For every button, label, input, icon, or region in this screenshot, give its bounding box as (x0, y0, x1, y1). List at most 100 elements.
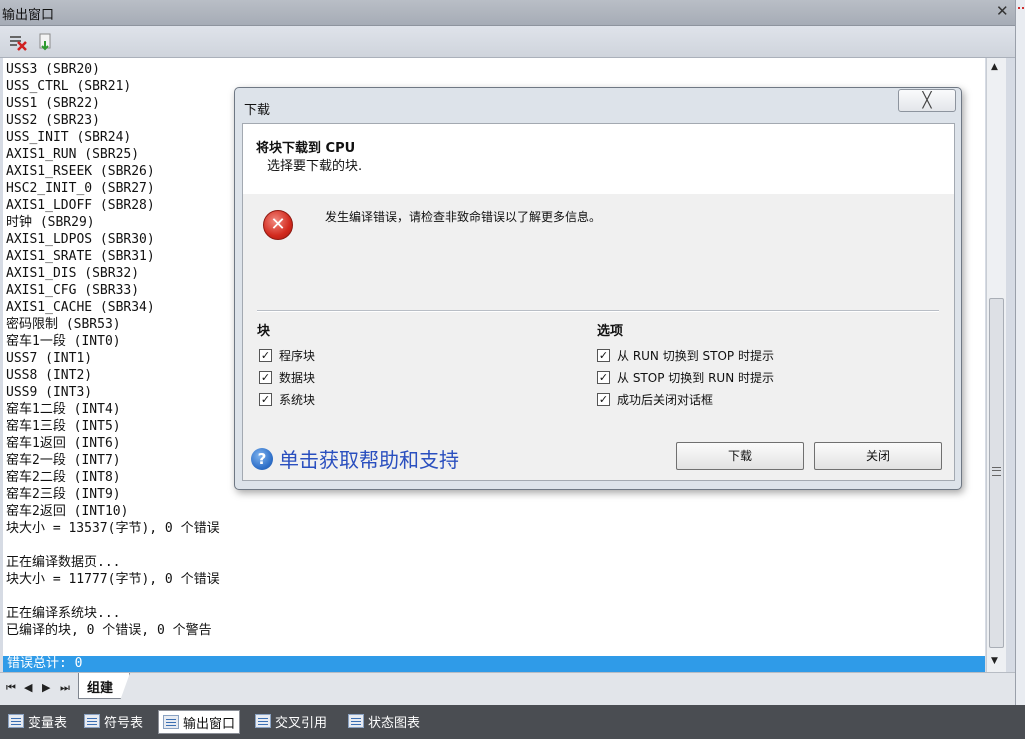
log-line: 时钟 (SBR29) (6, 215, 95, 230)
checkbox-label: 系统块 (279, 393, 316, 407)
log-line: USS_CTRL (SBR21) (6, 79, 132, 94)
error-total-line[interactable]: 错误总计: 0 (3, 656, 985, 672)
output-window-icon (163, 715, 179, 729)
checkbox-icon[interactable]: ✓ (597, 393, 610, 406)
table-icon (8, 714, 24, 728)
vertical-scrollbar[interactable]: ▲ ▼ (986, 58, 1006, 672)
bottom-tab-label: 状态图表 (368, 715, 421, 731)
log-text: USS3 (SBR20) USS_CTRL (SBR21) USS1 (SBR22)… (6, 61, 220, 639)
pin-icon[interactable] (1018, 7, 1024, 13)
log-line: USS9 (INT3) (6, 385, 93, 400)
log-line: 已编译的块, 0 个错误, 0 个警告 (6, 623, 212, 638)
dialog-close-icon[interactable]: ╳ (898, 89, 956, 112)
download-button[interactable]: 下载 (676, 442, 804, 470)
bottom-tab-symbol-table[interactable]: 符号表 (80, 710, 147, 732)
checkbox-icon[interactable]: ✓ (597, 371, 610, 384)
error-message: 发生编译错误，请检查非致命错误以了解更多信息。 (325, 210, 602, 224)
options-group-title: 选项 (597, 324, 624, 339)
log-line: 正在编译系统块... (6, 606, 121, 621)
error-icon: ✕ (263, 210, 293, 240)
output-window-title: 输出窗口 (2, 8, 55, 23)
dialog-subheading: 选择要下载的块. (267, 159, 363, 174)
log-line: 窑车1返回 (INT6) (6, 436, 121, 451)
bottom-tab-cross-reference[interactable]: 交叉引用 (251, 710, 331, 732)
checkbox-label: 从 STOP 切换到 RUN 时提示 (617, 371, 774, 385)
bottom-tab-output-window[interactable]: 输出窗口 (158, 710, 241, 734)
checkbox-stop-to-run-prompt[interactable]: ✓ 从 STOP 切换到 RUN 时提示 (597, 369, 774, 386)
status-chart-icon (348, 714, 364, 728)
first-tab-icon[interactable]: ⏮ (6, 681, 16, 695)
output-window-titlebar: 输出窗口 ✕ (0, 0, 1015, 26)
scroll-up-icon[interactable]: ▲ (991, 62, 998, 72)
log-line: USS7 (INT1) (6, 351, 93, 366)
bottom-tab-variable-table[interactable]: 变量表 (4, 710, 71, 732)
help-link[interactable]: ? 单击获取帮助和支持 (251, 444, 459, 473)
clear-icon[interactable] (8, 32, 28, 52)
bottom-tab-status-chart[interactable]: 状态图表 (344, 710, 424, 732)
checkbox-label: 成功后关闭对话框 (617, 393, 714, 407)
last-tab-icon[interactable]: ⏭ (60, 681, 70, 695)
blocks-group-title: 块 (257, 324, 271, 339)
symbol-table-icon (84, 714, 100, 728)
log-line: USS3 (SBR20) (6, 62, 100, 77)
bottom-tab-label: 符号表 (104, 715, 144, 731)
log-line: AXIS1_RSEEK (SBR26) (6, 164, 155, 179)
next-tab-icon[interactable]: ▶ (42, 681, 50, 694)
checkbox-label: 从 RUN 切换到 STOP 时提示 (617, 349, 774, 363)
log-line: 窑车2一段 (INT7) (6, 453, 121, 468)
checkbox-system-block[interactable]: ✓ 系统块 (259, 391, 315, 408)
bottom-tab-label: 交叉引用 (275, 715, 328, 731)
log-line: 窑车2三段 (INT9) (6, 487, 121, 502)
log-line: AXIS1_LDPOS (SBR30) (6, 232, 155, 247)
copy-icon[interactable] (36, 32, 56, 52)
log-line: AXIS1_CFG (SBR33) (6, 283, 140, 298)
log-line: 密码限制 (SBR53) (6, 317, 121, 332)
help-icon: ? (251, 447, 273, 470)
log-line: AXIS1_LDOFF (SBR28) (6, 198, 155, 213)
log-line: 块大小 = 11777(字节), 0 个错误 (6, 572, 220, 587)
log-line: 正在编译数据页... (6, 555, 121, 570)
close-button[interactable]: 关闭 (814, 442, 942, 470)
help-link-text: 单击获取帮助和支持 (279, 448, 459, 472)
log-line: USS2 (SBR23) (6, 113, 100, 128)
checkbox-program-block[interactable]: ✓ 程序块 (259, 347, 315, 364)
log-line: AXIS1_DIS (SBR32) (6, 266, 140, 281)
bottom-window-bar: 变量表 符号表 输出窗口 交叉引用 状态图表 (0, 705, 1025, 739)
checkbox-icon[interactable]: ✓ (597, 349, 610, 362)
checkbox-icon[interactable]: ✓ (259, 371, 272, 384)
window-edge (1015, 0, 1025, 705)
log-line: 窑车2二段 (INT8) (6, 470, 121, 485)
close-icon[interactable]: ✕ (996, 2, 1009, 20)
dialog-title: 下载 (244, 103, 271, 118)
bottom-tab-label: 变量表 (28, 715, 68, 731)
checkbox-icon[interactable]: ✓ (259, 393, 272, 406)
prev-tab-icon[interactable]: ◀ (24, 681, 32, 694)
log-line: 窑车1二段 (INT4) (6, 402, 121, 417)
download-dialog: 下载 ╳ 将块下载到 CPU 选择要下载的块. ✕ 发生编译错误，请检查非致命错… (234, 87, 962, 490)
log-line: 窑车1一段 (INT0) (6, 334, 121, 349)
log-line: USS8 (INT2) (6, 368, 93, 383)
scroll-down-icon[interactable]: ▼ (991, 656, 998, 666)
log-line: AXIS1_SRATE (SBR31) (6, 249, 155, 264)
checkbox-run-to-stop-prompt[interactable]: ✓ 从 RUN 切换到 STOP 时提示 (597, 347, 774, 364)
tab-build[interactable]: 组建 (78, 673, 130, 699)
log-line: 窑车2返回 (INT10) (6, 504, 129, 519)
log-line: AXIS1_CACHE (SBR34) (6, 300, 155, 315)
log-line: 块大小 = 13537(字节), 0 个错误 (6, 521, 220, 536)
log-line: HSC2_INIT_0 (SBR27) (6, 181, 155, 196)
log-line: AXIS1_RUN (SBR25) (6, 147, 140, 162)
output-tab-strip: ⏮ ◀ ▶ ⏭ 组建 (0, 672, 1015, 705)
log-line: USS_INIT (SBR24) (6, 130, 132, 145)
cross-reference-icon (255, 714, 271, 728)
dialog-header: 将块下载到 CPU 选择要下载的块. (243, 124, 954, 194)
scroll-thumb[interactable] (989, 298, 1004, 648)
checkbox-close-on-success[interactable]: ✓ 成功后关闭对话框 (597, 391, 713, 408)
dialog-heading: 将块下载到 CPU (256, 141, 356, 156)
checkbox-icon[interactable]: ✓ (259, 349, 272, 362)
log-line: 窑车1三段 (INT5) (6, 419, 121, 434)
checkbox-label: 程序块 (279, 349, 316, 363)
checkbox-data-block[interactable]: ✓ 数据块 (259, 369, 315, 386)
dialog-body: 将块下载到 CPU 选择要下载的块. ✕ 发生编译错误，请检查非致命错误以了解更… (242, 123, 955, 481)
